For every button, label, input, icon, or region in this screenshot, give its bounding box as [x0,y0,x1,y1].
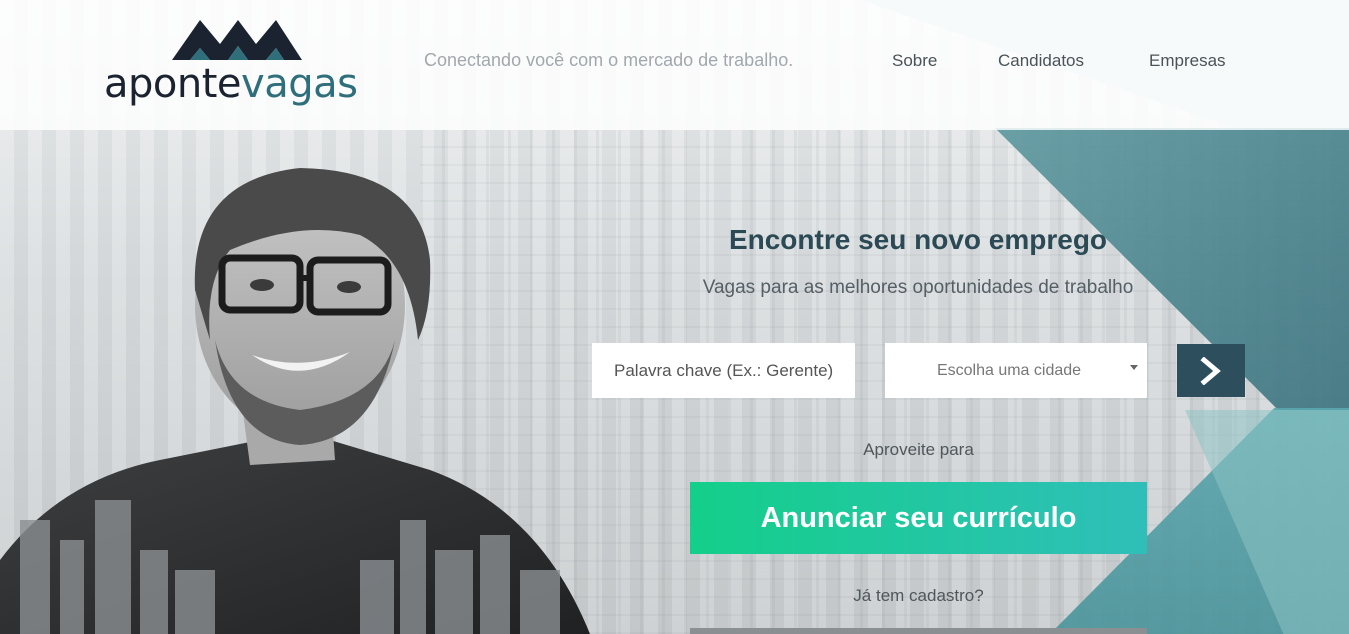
city-select[interactable]: Escolha uma cidade [885,343,1147,398]
nav-link-empresas[interactable]: Empresas [1149,51,1226,71]
keyword-search-input[interactable] [592,343,855,398]
ja-tem-cadastro-text: Já tem cadastro? [853,586,984,605]
hero-subtitle: Vagas para as melhores oportunidades de … [702,277,1134,298]
city-select-value: Escolha uma cidade [936,361,1082,379]
aproveite-text: Aproveite para [863,440,974,459]
hero-title: Encontre seu novo emprego [728,224,1108,255]
nav-link-candidatos[interactable]: Candidatos [998,51,1084,71]
site-header: apontevagas Conectando você com o mercad… [0,0,1349,130]
login-button-partial[interactable] [690,628,1147,634]
anunciar-curriculo-button[interactable]: Anunciar seu currículo [690,482,1147,554]
logo-mark-icon [172,20,302,60]
logo-text-vagas: vagas [241,61,358,107]
logo-wordmark: apontevagas [104,61,358,107]
chevron-right-icon [1200,356,1221,385]
logo-text-aponte: aponte [104,61,242,107]
search-submit-button[interactable] [1177,344,1245,397]
hero-portrait [0,168,590,634]
nav-link-sobre[interactable]: Sobre [892,51,937,71]
caret-down-icon [1130,365,1138,370]
aponte-vagas-logo[interactable]: apontevagas [104,18,366,108]
header-tagline: Conectando você com o mercado de trabalh… [424,50,794,70]
